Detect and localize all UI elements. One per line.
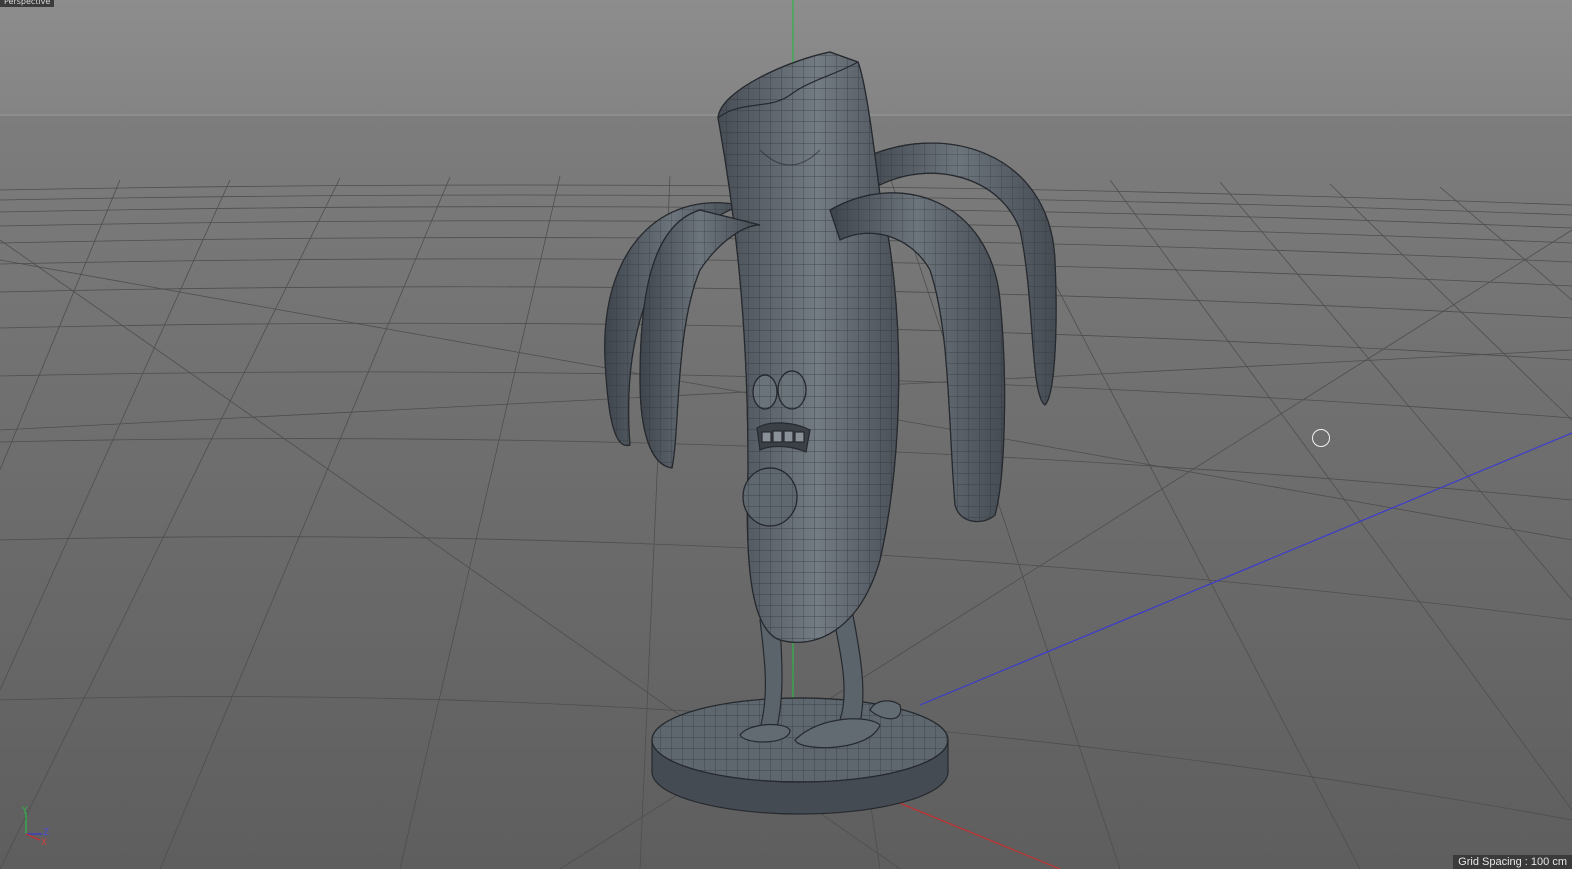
axis-y-label: Y xyxy=(21,806,28,816)
world-z-axis xyxy=(919,432,1572,706)
banana-character-model[interactable] xyxy=(604,51,1057,815)
axis-z-label: Z xyxy=(43,828,49,838)
axis-gizmo-icon: Y Z X xyxy=(21,806,49,848)
grid-spacing-readout: Grid Spacing : 100 cm xyxy=(1453,855,1572,869)
3d-viewport[interactable]: Perspective Y Z X Grid Spacing : 100 cm xyxy=(0,0,1572,869)
world-x-axis xyxy=(879,794,1061,869)
scene-canvas[interactable] xyxy=(0,0,1572,869)
axis-x-label: X xyxy=(41,838,47,848)
circle-cursor-icon xyxy=(1312,429,1330,447)
view-name-label[interactable]: Perspective xyxy=(0,0,55,7)
